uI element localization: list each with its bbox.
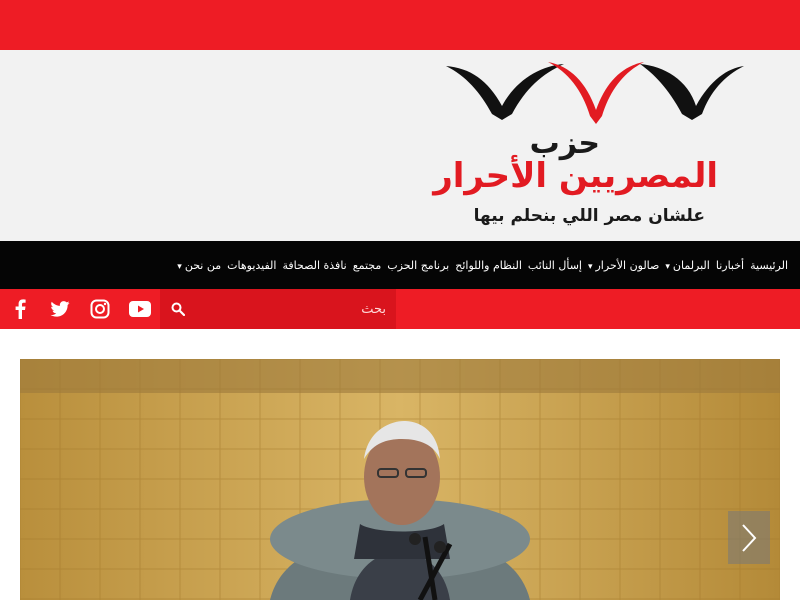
nav-item-parliament[interactable]: البرلمان▾ xyxy=(665,259,709,272)
party-logo[interactable]: حزب المصريين الأحرار علشان مصر اللي بنحل… xyxy=(433,58,750,238)
wings-emblem-icon xyxy=(446,62,744,124)
nav-item-about[interactable]: من نحن▾ xyxy=(177,259,221,272)
nav-item-program[interactable]: برنامج الحزب xyxy=(387,259,449,272)
youtube-link[interactable] xyxy=(120,289,160,329)
featured-slider xyxy=(20,359,780,600)
chevron-down-icon: ▾ xyxy=(177,261,182,272)
social-search-bar xyxy=(0,289,800,329)
twitter-link[interactable] xyxy=(40,289,80,329)
search-button[interactable] xyxy=(160,289,196,329)
slider-next-button[interactable] xyxy=(728,511,770,564)
chevron-down-icon: ▾ xyxy=(587,261,593,272)
chevron-right-icon xyxy=(742,523,757,552)
featured-image xyxy=(20,359,780,600)
youtube-icon xyxy=(129,301,151,317)
brand-slogan: علشان مصر اللي بنحلم بيها xyxy=(473,206,705,226)
nav-item-news[interactable]: أخبارنا xyxy=(716,259,744,272)
twitter-icon xyxy=(50,301,70,317)
nav-item-home[interactable]: الرئيسية xyxy=(750,259,788,272)
nav-item-videos[interactable]: الفيديوهات xyxy=(227,259,276,272)
chevron-down-icon: ▾ xyxy=(665,261,670,272)
nav-item-community[interactable]: مجتمع xyxy=(353,259,382,272)
instagram-link[interactable] xyxy=(80,289,120,329)
nav-item-salon[interactable]: صالون الأحرار▾ xyxy=(588,259,659,272)
facebook-icon xyxy=(15,299,26,319)
nav-item-ask-mp[interactable]: إسأل النائب xyxy=(528,259,582,272)
instagram-icon xyxy=(90,299,110,319)
site-header: حزب المصريين الأحرار علشان مصر اللي بنحل… xyxy=(0,50,800,241)
nav-item-press[interactable]: نافذة الصحافة xyxy=(282,259,346,272)
search-input[interactable] xyxy=(196,289,396,329)
nav-item-regulations[interactable]: النظام واللوائح xyxy=(455,259,522,272)
facebook-link[interactable] xyxy=(0,289,40,329)
top-red-bar xyxy=(0,0,800,50)
search-icon xyxy=(171,302,185,316)
main-nav: الرئيسية أخبارنا البرلمان▾ صالون الأحرار… xyxy=(0,241,800,289)
brand-line-2: المصريين الأحرار xyxy=(433,156,718,196)
search-box xyxy=(160,289,396,329)
